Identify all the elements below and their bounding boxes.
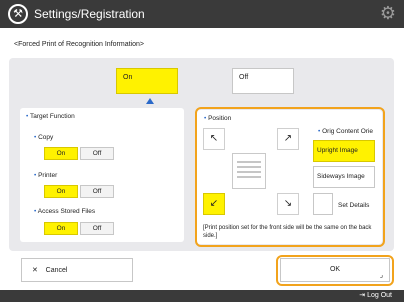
cancel-button[interactable]: ✕ Cancel: [21, 258, 133, 282]
section-subtitle: <Forced Print of Recognition Information…: [14, 41, 144, 48]
main-on-label: On: [123, 74, 133, 81]
access-stored-files-label: • Access Stored Files: [34, 208, 96, 215]
corner-resize-icon: ⌟: [379, 272, 383, 279]
bottom-bar: ⇥ Log Out: [0, 290, 404, 302]
title-bar: ⚒ Settings/Registration ⚙: [0, 0, 404, 28]
close-icon: ✕: [32, 267, 38, 274]
printer-label: • Printer: [34, 172, 58, 179]
ok-button[interactable]: OK ⌟: [280, 258, 390, 282]
access-off-button[interactable]: Off: [80, 222, 114, 235]
main-off-label: Off: [239, 74, 249, 81]
selection-pointer-icon: [146, 98, 154, 104]
logout-button[interactable]: ⇥ Log Out: [359, 291, 392, 299]
target-function-title: • Target Function: [26, 113, 75, 120]
main-off-button[interactable]: Off: [232, 68, 294, 94]
copy-on-button[interactable]: On: [44, 147, 78, 160]
main-on-button[interactable]: On: [116, 68, 178, 94]
access-on-button[interactable]: On: [44, 222, 78, 235]
logout-label: Log Out: [367, 292, 392, 299]
settings-wrench-icon: ⚒: [8, 4, 28, 24]
copy-off-button[interactable]: Off: [80, 147, 114, 160]
ok-label: OK: [329, 266, 341, 273]
copy-label: • Copy: [34, 134, 54, 141]
page-title: Settings/Registration: [34, 7, 145, 21]
position-highlight: [195, 107, 385, 247]
printer-on-button[interactable]: On: [44, 185, 78, 198]
logout-icon: ⇥: [359, 292, 366, 299]
cancel-label: Cancel: [45, 267, 68, 274]
gear-icon[interactable]: ⚙: [380, 3, 396, 23]
printer-off-button[interactable]: Off: [80, 185, 114, 198]
